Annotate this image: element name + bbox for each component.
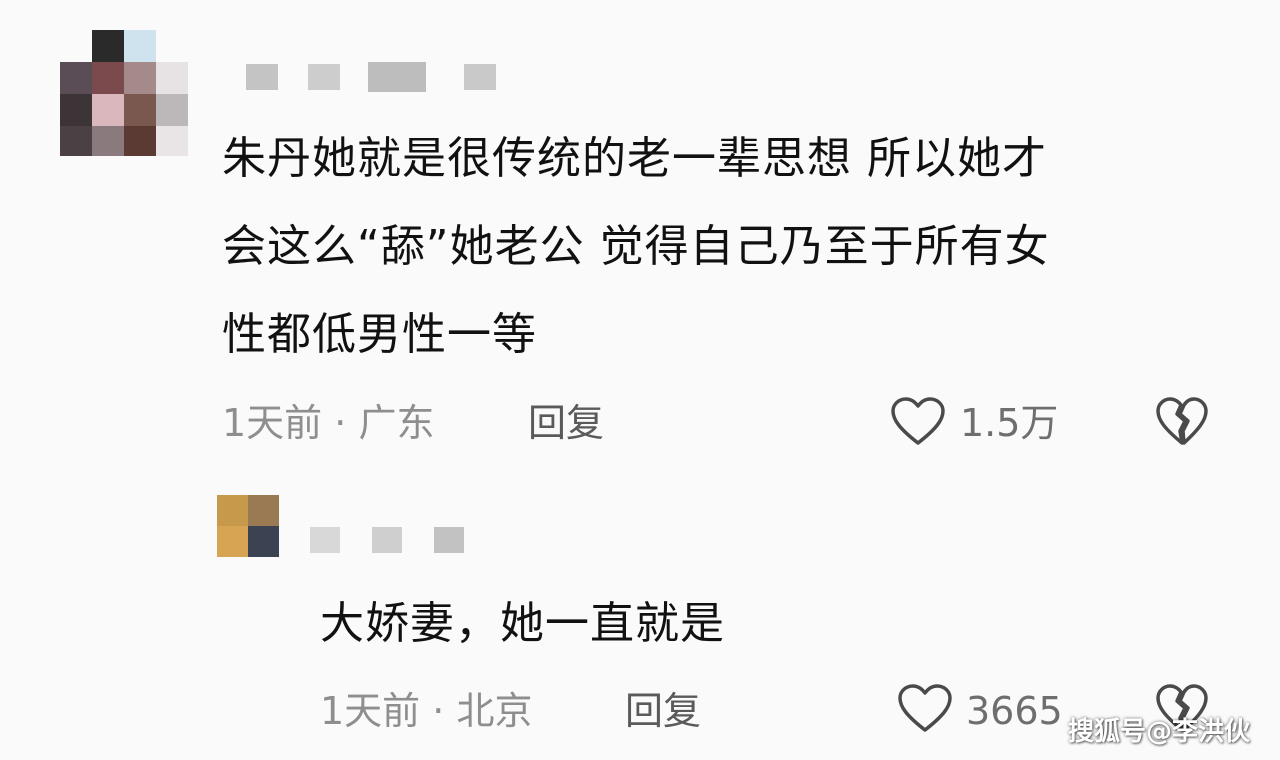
dislike-button[interactable] [1155, 397, 1209, 447]
comment-location: 北京 [456, 689, 533, 733]
username-blurred[interactable] [310, 525, 470, 555]
heart-outline-icon [890, 397, 946, 447]
comment-time: 1天前 [320, 689, 421, 733]
comment-text: 大娇妻，她一直就是 [320, 580, 1020, 668]
broken-heart-icon [1155, 397, 1209, 447]
comment-meta: 1天前 · 广东 [222, 398, 434, 448]
like-button[interactable] [890, 397, 946, 447]
like-count: 1.5万 [960, 401, 1059, 445]
like-button[interactable] [897, 684, 953, 734]
avatar[interactable] [60, 30, 188, 156]
reply-button[interactable]: 回复 [625, 686, 701, 736]
avatar[interactable] [217, 495, 279, 557]
like-count: 3665 [966, 689, 1063, 733]
comment-time: 1天前 [222, 401, 323, 445]
comment-text: 朱丹她就是很传统的老一辈思想 所以她才 会这么“舔”她老公 觉得自己乃至于所有女… [222, 115, 1222, 379]
watermark: 搜狐号@李洪伙 [1067, 717, 1250, 747]
meta-separator: · [432, 689, 445, 733]
heart-outline-icon [897, 684, 953, 734]
comment-line: 朱丹她就是很传统的老一辈思想 所以她才 [222, 133, 1047, 184]
comment-line: 大娇妻，她一直就是 [320, 598, 725, 649]
comment-location: 广东 [358, 401, 435, 445]
username-blurred[interactable] [246, 62, 506, 92]
comment-line: 性都低男性一等 [222, 309, 537, 360]
reply-button[interactable]: 回复 [528, 398, 604, 448]
meta-separator: · [334, 401, 347, 445]
comment-meta: 1天前 · 北京 [320, 686, 532, 736]
comment-line: 会这么“舔”她老公 觉得自己乃至于所有女 [222, 221, 1050, 272]
